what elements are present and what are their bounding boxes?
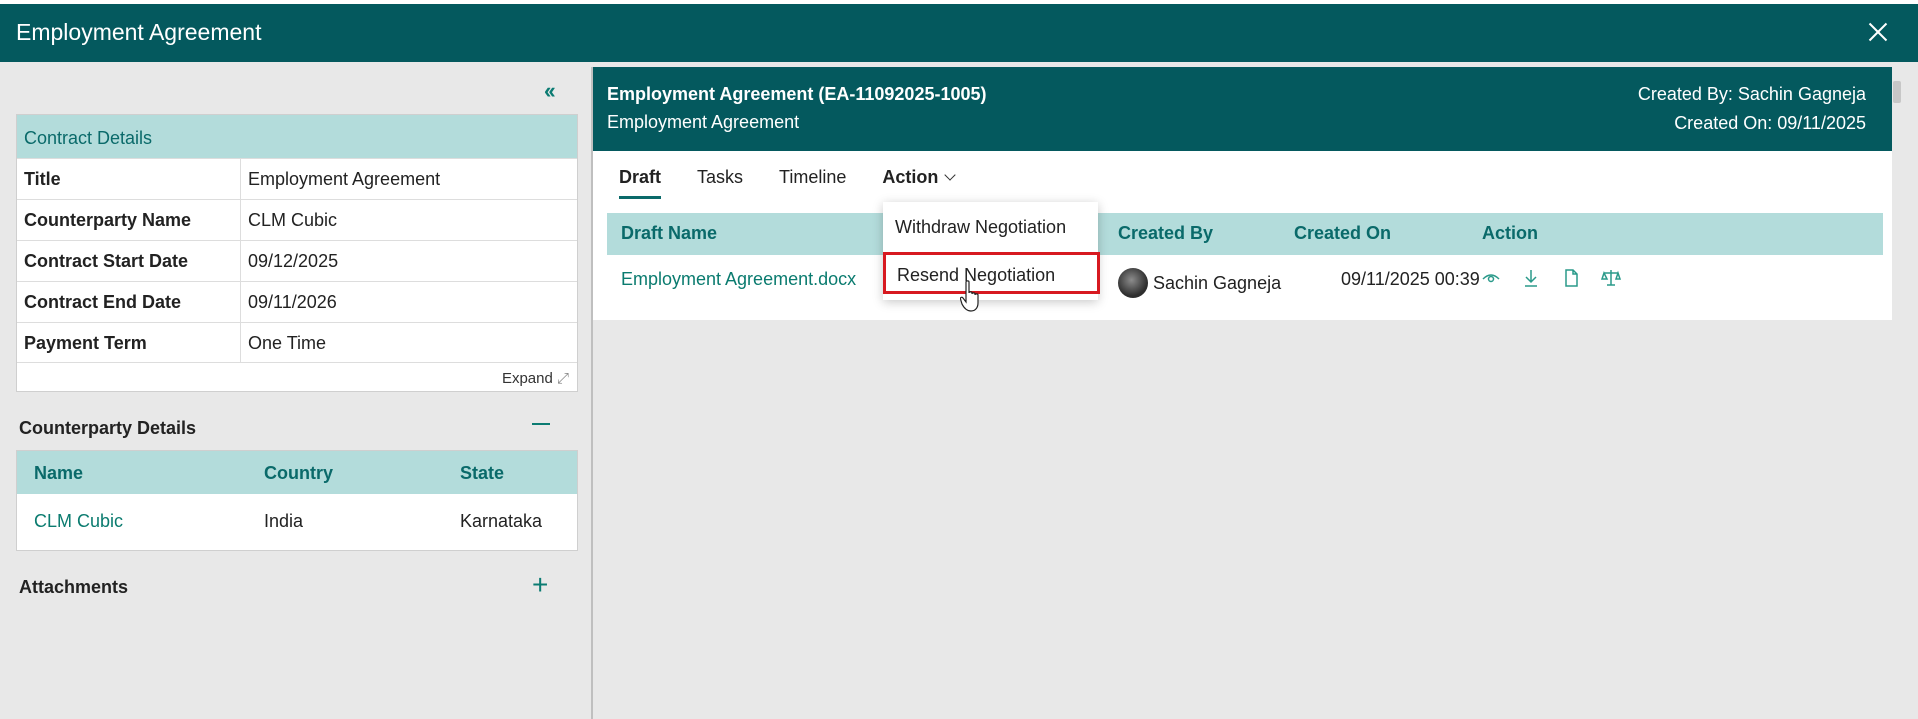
contract-row-label: Contract End Date (17, 282, 241, 322)
menu-item-withdraw-negotiation[interactable]: Withdraw Negotiation (895, 217, 1066, 238)
column-header: State (460, 463, 505, 483)
row-actions (1481, 268, 1621, 288)
contract-row-value: Employment Agreement (248, 169, 441, 189)
drafts-table-header: Draft Name Created By Created On Action (607, 213, 1883, 255)
counterparty-name-link[interactable]: CLM Cubic (17, 494, 247, 550)
counterparty-table: Name Country State CLM Cubic India Karna… (16, 450, 578, 551)
drafts-panel: Draft Tasks Timeline Action Draft Name C… (593, 151, 1892, 320)
action-dropdown-menu: Withdraw Negotiation Resend Negotiation (883, 202, 1100, 300)
tab-action[interactable]: Action (882, 167, 957, 199)
window-titlebar: Employment Agreement (0, 0, 1918, 62)
column-header: Country (264, 463, 333, 483)
contract-row-value: 09/11/2026 (248, 292, 337, 312)
contract-row-label: Counterparty Name (17, 200, 241, 240)
draft-name-link[interactable]: Employment Agreement.docx (621, 269, 856, 290)
contract-row: Title Employment Agreement (17, 158, 577, 199)
counterparty-heading: Counterparty Details (19, 418, 197, 438)
contract-header: Employment Agreement (EA-11092025-1005) … (593, 67, 1892, 151)
contract-row: Contract Start Date 09/12/2025 (17, 240, 577, 281)
column-header: Created By (1118, 223, 1214, 243)
avatar (1118, 268, 1148, 298)
contract-row-label: Title (17, 159, 241, 199)
expand-label: Expand (501, 370, 553, 387)
expand-button[interactable]: Expand ⤢ (502, 370, 569, 387)
counterparty-table-header: Name Country State (17, 451, 577, 494)
right-panel: Employment Agreement (EA-11092025-1005) … (591, 67, 1901, 719)
expand-icon: ⤢ (556, 370, 569, 387)
created-by-text: Created By: Sachin Gagneja (1637, 84, 1866, 104)
left-panel: ‹‹ Contract Details Title Employment Agr… (0, 62, 588, 719)
counterparty-country: India (264, 511, 304, 531)
tab-draft[interactable]: Draft (619, 167, 662, 199)
tab-bar: Draft Tasks Timeline Action (619, 167, 990, 199)
scrollbar-thumb[interactable] (1893, 81, 1901, 103)
contract-row-value: CLM Cubic (248, 210, 338, 230)
tab-tasks[interactable]: Tasks (697, 167, 743, 199)
tab-action-label: Action (882, 167, 939, 187)
document-icon[interactable] (1561, 268, 1581, 288)
download-icon[interactable] (1521, 268, 1541, 288)
contract-header-subtitle: Employment Agreement (607, 112, 800, 132)
scales-icon[interactable] (1601, 268, 1621, 288)
window-title: Employment Agreement (16, 19, 262, 45)
table-row: Employment Agreement.docx ⋮ Sachin Gagne… (607, 255, 1883, 309)
contract-row-label: Contract Start Date (17, 241, 241, 281)
contract-details-heading: Contract Details (17, 115, 577, 158)
collapse-icon[interactable]: ‹‹ (544, 78, 556, 104)
plus-icon[interactable]: + (532, 571, 548, 599)
created-on-text: Created On: 09/11/2025 (1674, 113, 1866, 133)
view-icon[interactable] (1481, 268, 1501, 288)
contract-row-label: Payment Term (17, 323, 241, 362)
contract-row-value: 09/12/2025 (248, 251, 339, 271)
table-row: CLM Cubic India Karnataka (17, 494, 577, 550)
contract-details-box: Contract Details Title Employment Agreem… (16, 114, 578, 392)
contract-row: Counterparty Name CLM Cubic (17, 199, 577, 240)
tab-timeline[interactable]: Timeline (779, 167, 846, 199)
contract-row: Contract End Date 09/11/2026 (17, 281, 577, 322)
close-icon[interactable] (1864, 18, 1892, 46)
minus-icon[interactable] (532, 423, 550, 425)
hand-cursor-icon (960, 280, 979, 312)
attachments-heading: Attachments (19, 577, 129, 597)
contract-header-title: Employment Agreement (EA-11092025-1005) (607, 84, 987, 104)
counterparty-state: Karnataka (460, 511, 543, 531)
created-on-date: 09/11/2025 00:39 (1341, 269, 1480, 289)
contract-row: Payment Term One Time (17, 322, 577, 363)
chevron-down-icon (944, 169, 957, 181)
contract-row-value: One Time (248, 333, 327, 353)
created-by-name: Sachin Gagneja (1153, 273, 1282, 293)
column-header: Action (1482, 223, 1538, 243)
column-header: Created On (1294, 223, 1392, 243)
column-header: Name (34, 463, 84, 483)
column-header: Draft Name (621, 223, 718, 243)
